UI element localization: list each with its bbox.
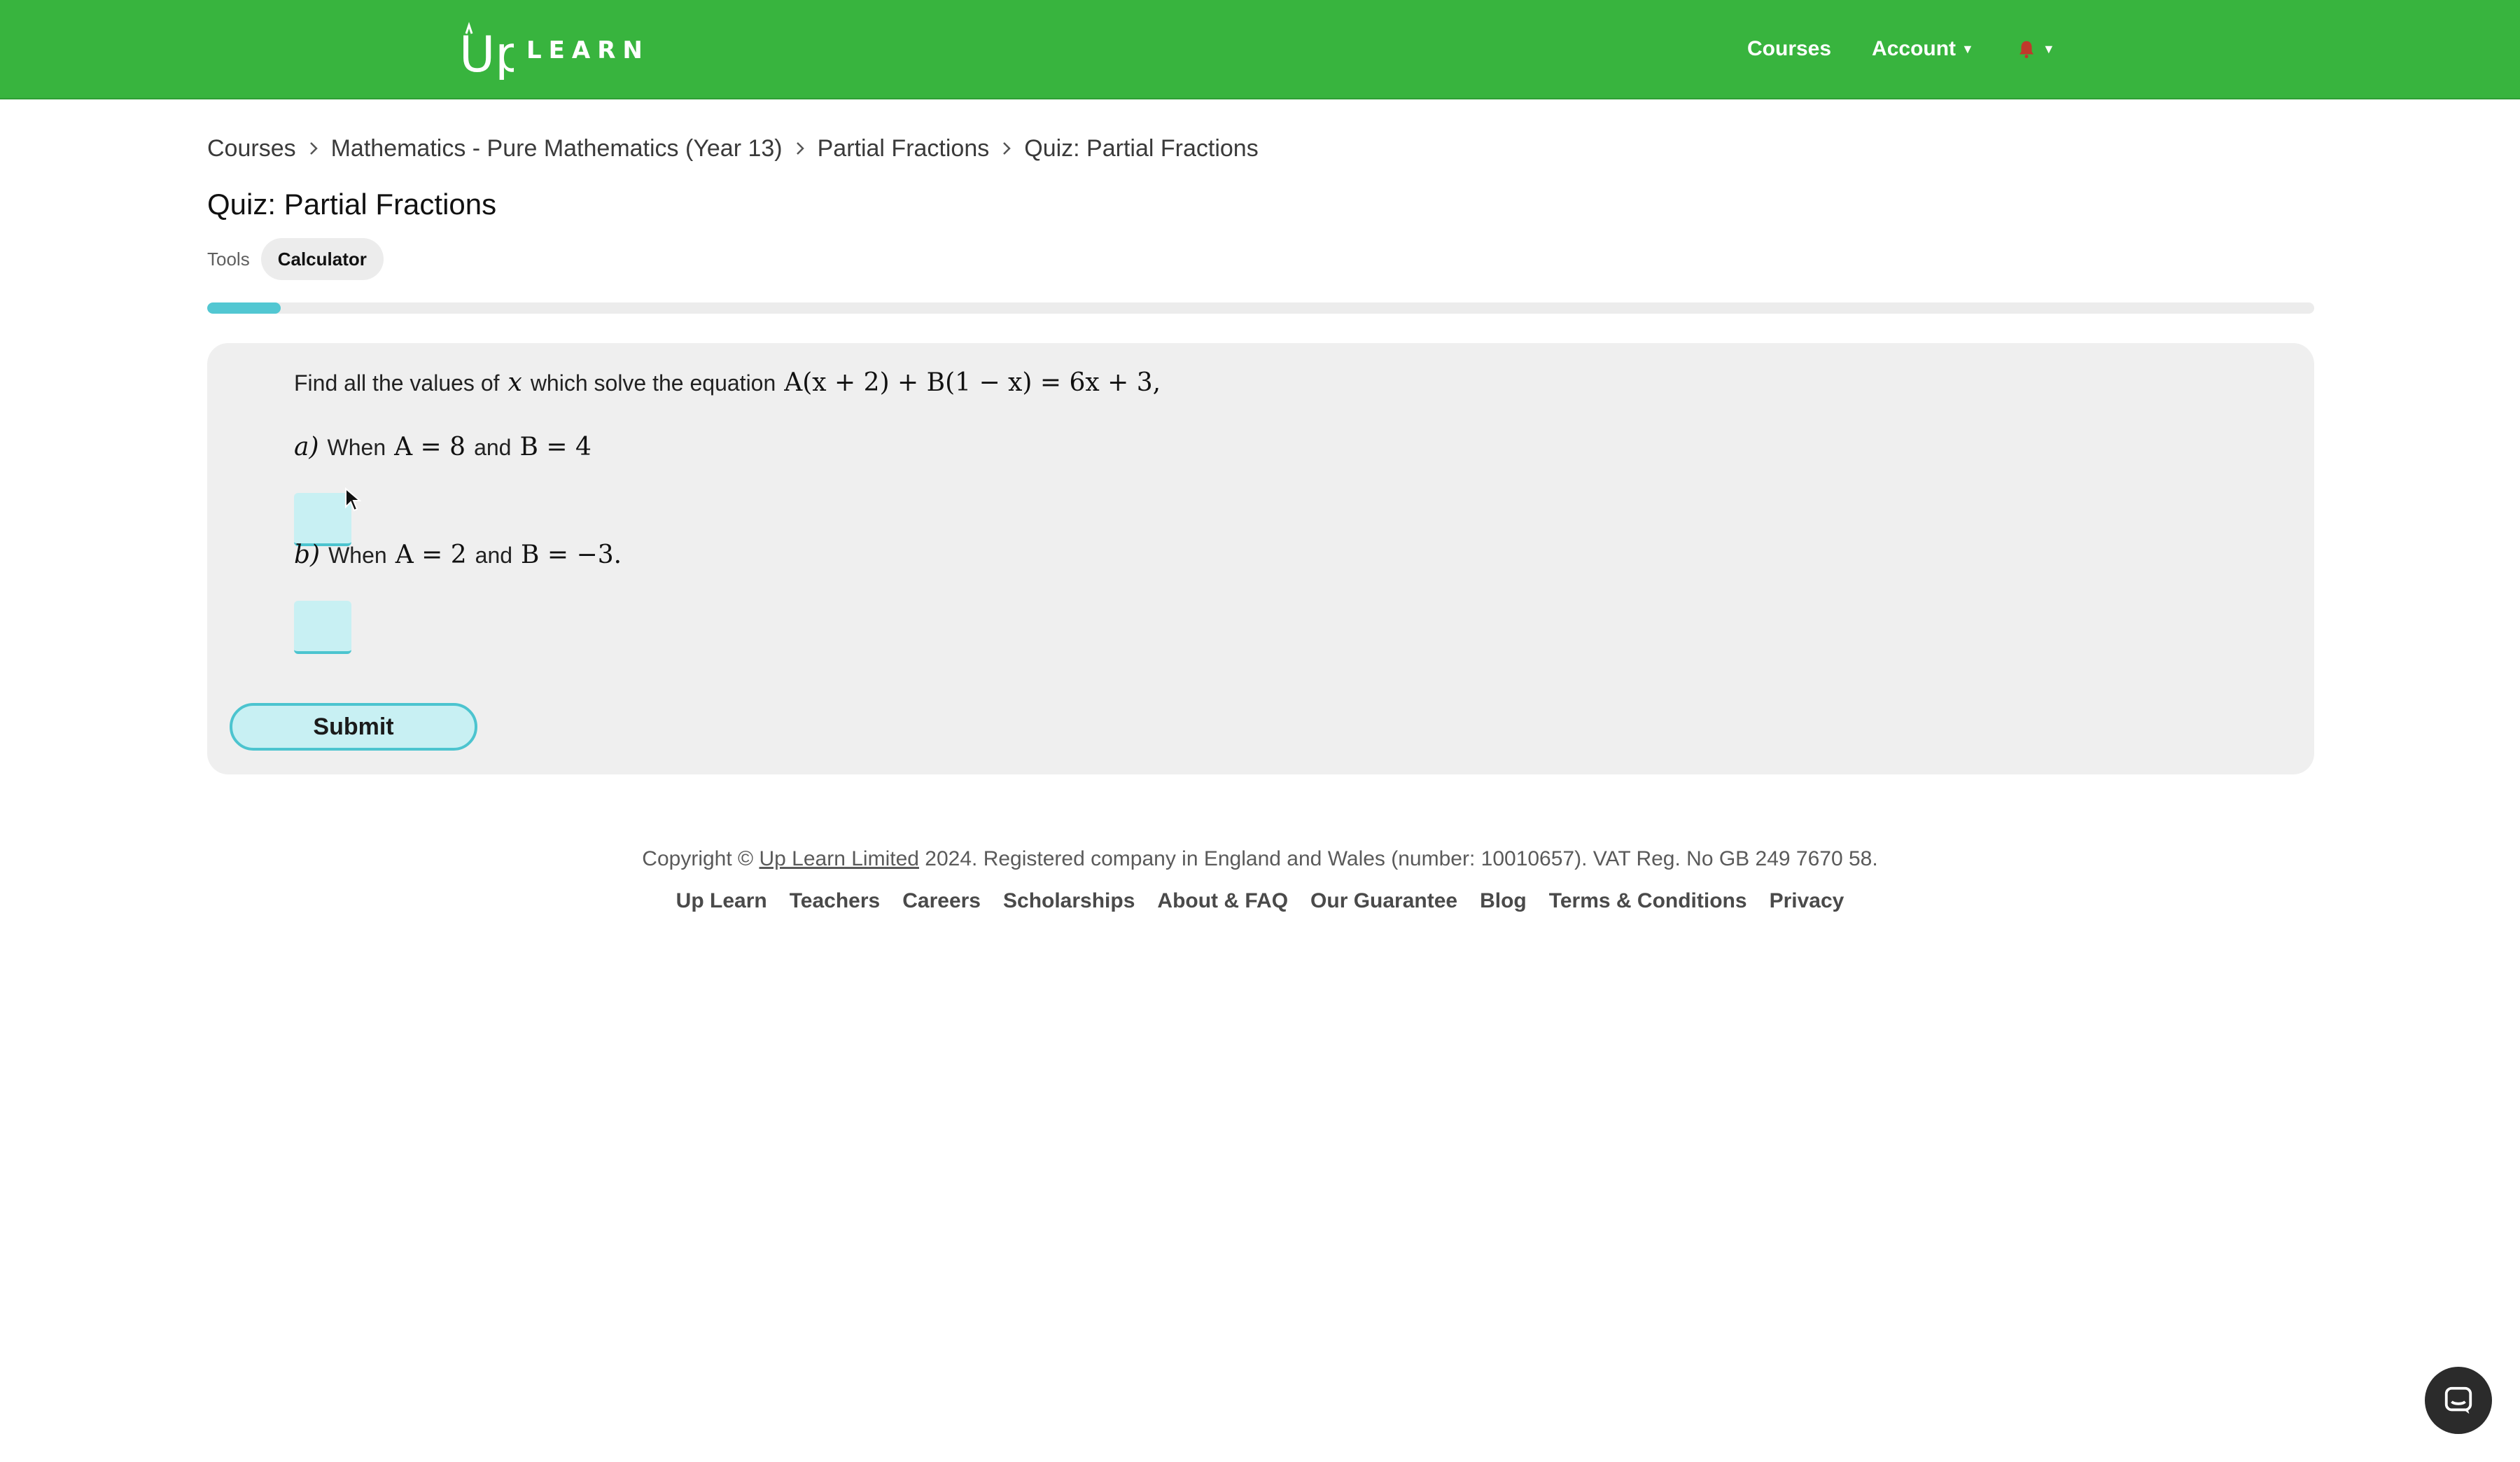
- footer-link-scholarships[interactable]: Scholarships: [1003, 889, 1135, 913]
- part-b-label: b): [294, 541, 321, 569]
- footer-link-terms[interactable]: Terms & Conditions: [1549, 889, 1747, 913]
- prompt-variable: x: [507, 368, 522, 397]
- part-a-label: a): [294, 433, 319, 461]
- chat-icon: [2444, 1386, 2472, 1414]
- part-a-and: and: [474, 435, 512, 460]
- nav-courses-label: Courses: [1747, 37, 1832, 60]
- part-a-cond1: A = 8: [394, 433, 466, 461]
- breadcrumb-topic[interactable]: Partial Fractions: [818, 135, 990, 162]
- page: Up LEARN Courses Account ▼ ▼ Courses Mat…: [0, 0, 2520, 1462]
- top-navbar: Up LEARN Courses Account ▼ ▼: [0, 0, 2520, 99]
- tools-label: Tools: [207, 248, 250, 270]
- prompt-text-2: which solve the equation: [530, 370, 776, 396]
- calculator-button[interactable]: Calculator: [260, 238, 384, 280]
- mouse-cursor-icon: [345, 487, 361, 512]
- copyright-suffix: 2024. Registered company in England and …: [925, 847, 1878, 870]
- footer-link-about-faq[interactable]: About & FAQ: [1157, 889, 1288, 913]
- copyright-prefix: Copyright ©: [642, 847, 754, 870]
- part-b-and: and: [475, 543, 513, 568]
- footer-copyright: Copyright © Up Learn Limited 2024. Regis…: [0, 847, 2520, 871]
- part-b-cond2: B = −3.: [521, 541, 622, 569]
- answer-input-b[interactable]: [294, 601, 351, 654]
- footer-link-careers[interactable]: Careers: [902, 889, 981, 913]
- nav-courses[interactable]: Courses: [1747, 37, 1831, 61]
- prompt-equation: A(x + 2) + B(1 − x) = 6x + 3,: [784, 368, 1161, 397]
- nav-account-dropdown[interactable]: Account ▼: [1872, 37, 1974, 61]
- up-learn-logo[interactable]: Up LEARN: [459, 18, 650, 83]
- nav-account-label: Account: [1872, 37, 1956, 60]
- part-a-when: When: [327, 435, 386, 460]
- part-b-cond1: A = 2: [395, 541, 467, 569]
- company-link[interactable]: Up Learn Limited: [759, 847, 918, 870]
- footer-link-privacy[interactable]: Privacy: [1770, 889, 1844, 913]
- chevron-right-icon: [796, 142, 804, 155]
- up-logo-mark-icon: Up: [459, 22, 514, 80]
- chevron-right-icon: [1003, 142, 1011, 155]
- breadcrumb-course[interactable]: Mathematics - Pure Mathematics (Year 13): [331, 135, 783, 162]
- footer-link-up-learn[interactable]: Up Learn: [676, 889, 767, 913]
- quiz-card: Find all the values of x which solve the…: [207, 343, 2314, 774]
- breadcrumb-current: Quiz: Partial Fractions: [1024, 134, 1259, 162]
- footer-link-blog[interactable]: Blog: [1480, 889, 1527, 913]
- prompt-text: Find all the values of: [294, 370, 500, 396]
- footer-link-teachers[interactable]: Teachers: [790, 889, 881, 913]
- part-a-cond2: B = 4: [519, 433, 592, 461]
- footer-link-guarantee[interactable]: Our Guarantee: [1310, 889, 1457, 913]
- chevron-right-icon: [309, 142, 318, 155]
- breadcrumb: Courses Mathematics - Pure Mathematics (…: [207, 130, 1259, 167]
- calculator-button-label: Calculator: [277, 248, 367, 270]
- svg-text:Up: Up: [459, 26, 514, 80]
- submit-button-label: Submit: [313, 713, 394, 740]
- logo-text: LEARN: [526, 36, 650, 64]
- page-title: Quiz: Partial Fractions: [207, 188, 497, 221]
- quiz-progress-bar: [207, 302, 2314, 314]
- footer-links: Up Learn Teachers Careers Scholarships A…: [0, 889, 2520, 913]
- caret-down-icon: ▼: [1961, 41, 1974, 56]
- part-b-when: When: [328, 543, 387, 568]
- submit-button[interactable]: Submit: [230, 703, 477, 751]
- tools-bar: Tools Calculator: [207, 238, 384, 280]
- question-part-a: a) When A = 8 and B = 4: [294, 433, 592, 461]
- breadcrumb-courses[interactable]: Courses: [207, 135, 296, 162]
- main-nav: Courses Account ▼ ▼: [1747, 31, 2055, 67]
- bell-icon: [2019, 41, 2033, 59]
- question-prompt: Find all the values of x which solve the…: [294, 368, 1161, 397]
- chat-launcher-button[interactable]: [2425, 1367, 2492, 1434]
- question-part-b: b) When A = 2 and B = −3.: [294, 541, 622, 569]
- quiz-progress-fill: [207, 302, 281, 314]
- caret-down-icon: ▼: [2042, 41, 2055, 56]
- notifications-dropdown[interactable]: ▼: [2016, 39, 2055, 60]
- answer-input-a[interactable]: [294, 493, 351, 546]
